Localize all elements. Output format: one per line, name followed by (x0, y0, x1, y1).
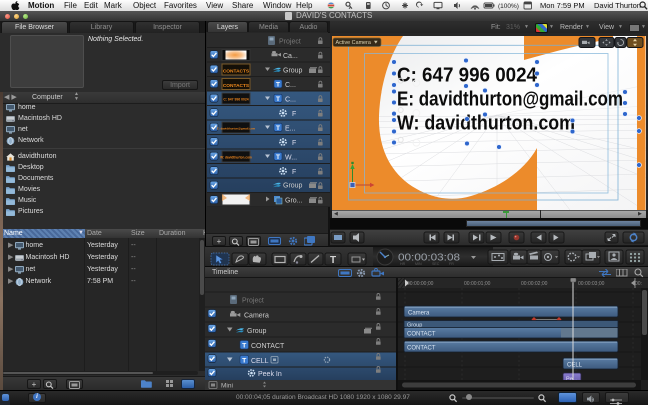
svg-text:F: F (292, 169, 296, 176)
svg-text:(100%): (100%) (498, 3, 519, 10)
svg-text:Group: Group (283, 68, 303, 75)
svg-text:Group: Group (247, 328, 267, 335)
svg-text:CELL: CELL (567, 363, 583, 369)
svg-text:W: davidthurton.com: W: davidthurton.com (220, 156, 252, 160)
svg-text:C...: C... (285, 82, 296, 89)
svg-text:00:00:02;00: 00:00:02;00 (521, 281, 548, 287)
svg-text:C: 647 996 0024: C: 647 996 0024 (397, 65, 538, 87)
svg-text:CONTACT: CONTACT (407, 332, 436, 338)
svg-text:C...: C... (285, 97, 296, 104)
svg-text:T: T (276, 82, 280, 89)
svg-text:Gro...: Gro... (285, 198, 303, 205)
svg-text:Project: Project (242, 298, 264, 305)
svg-text:Camera: Camera (244, 313, 269, 320)
svg-text:Camera: Camera (408, 311, 430, 317)
svg-text:F: F (292, 111, 296, 118)
svg-text:T: T (276, 154, 280, 161)
svg-text:CONTACT: CONTACT (251, 343, 285, 350)
svg-text:00:00:03;00: 00:00:03;00 (578, 281, 605, 287)
svg-text:E: davidthurton@gmail.com: E: davidthurton@gmail.com (397, 89, 623, 111)
svg-text:Ca...: Ca... (283, 53, 298, 60)
svg-text:Project: Project (279, 39, 301, 46)
svg-text:W...: W... (285, 155, 297, 162)
svg-text:Mini: Mini (221, 383, 233, 390)
svg-text:CONTACTS: CONTACTS (223, 83, 250, 89)
svg-text:00:00:00;00: 00:00:00;00 (407, 281, 434, 287)
svg-text:T: T (330, 255, 336, 266)
svg-text:C: 647 996 0024: C: 647 996 0024 (223, 98, 248, 102)
svg-text:00:: 00: (635, 281, 642, 287)
svg-text:T: T (276, 96, 280, 103)
svg-text:CONTACT: CONTACT (407, 346, 436, 352)
svg-text:E...: E... (285, 126, 296, 133)
svg-text:00:00:01;00: 00:00:01;00 (464, 281, 491, 287)
svg-text:E: davidthurton@gmail.com: E: davidthurton@gmail.com (217, 127, 256, 131)
svg-text:CELL: CELL (251, 358, 269, 365)
svg-text:Active Camera: Active Camera (336, 40, 371, 46)
svg-text:F: F (292, 140, 296, 147)
svg-text:Peek In: Peek In (258, 371, 282, 378)
svg-text:Group: Group (283, 183, 303, 190)
svg-text:T: T (276, 125, 280, 132)
svg-text:CONTACTS: CONTACTS (223, 69, 250, 75)
